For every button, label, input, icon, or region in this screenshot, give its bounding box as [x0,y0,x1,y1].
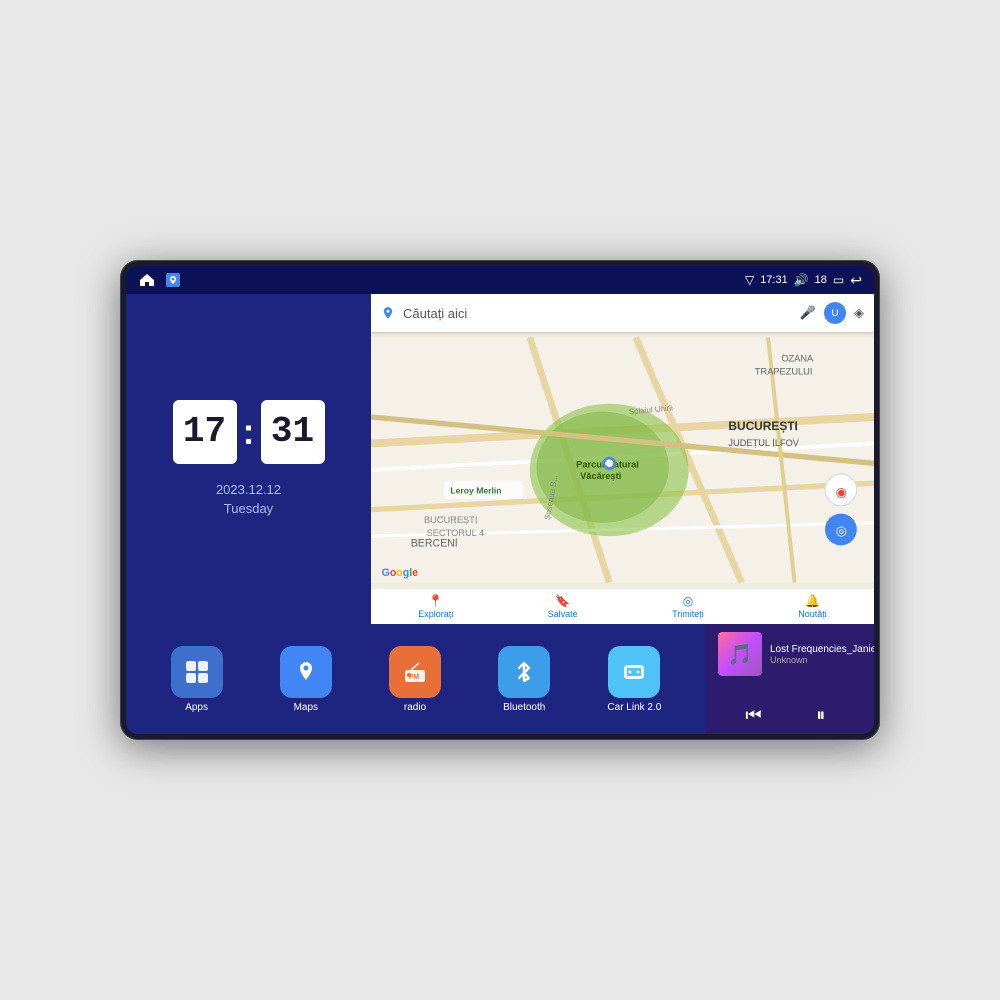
app-item-carlink[interactable]: Car Link 2.0 [607,646,661,713]
svg-text:BERCENI: BERCENI [411,538,458,550]
map-saved-btn[interactable]: 🔖 Salvate [548,594,578,619]
map-bottom-bar: 📍 Explorați 🔖 Salvate ◎ Trimiteți 🔔 Nout… [371,588,874,624]
music-artist: Unknown [770,655,874,665]
music-play-pause-button[interactable]: ⏸ [808,705,833,726]
bluetooth-icon [498,646,550,698]
music-info-row: 🎵 Lost Frequencies_Janieck Devy-... Unkn… [718,632,874,676]
date-display: 2023.12.12 Tuesday [216,480,281,519]
maps-label: Maps [294,702,318,713]
music-prev-button[interactable]: ⏮ [737,705,769,726]
status-right: ▽ 17:31 🔊 18 ▭ ↩ [745,272,862,289]
main-content: 17 : 31 2023.12.12 Tuesday Căutați aici … [126,294,874,624]
svg-text:OZANA: OZANA [781,353,814,363]
music-controls: ⏮ ⏸ ⏭ [718,705,874,726]
clock-panel: 17 : 31 2023.12.12 Tuesday [126,294,371,624]
music-thumb-icon: 🎵 [728,642,753,667]
user-avatar[interactable]: U [824,302,846,324]
music-info: Lost Frequencies_Janieck Devy-... Unknow… [770,644,874,665]
music-next-button[interactable]: ⏭ [872,705,874,726]
app-item-apps[interactable]: Apps [171,646,223,713]
svg-text:◎: ◎ [836,523,848,538]
voice-search-icon[interactable]: 🎤 [800,305,816,321]
news-label: Noutăți [798,609,827,619]
home-icon[interactable] [138,271,156,289]
app-item-radio[interactable]: FM radio [389,646,441,713]
map-search-bar: Căutați aici 🎤 U ◈ [371,294,874,332]
date-text: 2023.12.12 [216,480,281,500]
svg-text:◉: ◉ [836,484,848,499]
svg-text:Leroy Merlin: Leroy Merlin [450,486,501,496]
music-title: Lost Frequencies_Janieck Devy-... [770,644,874,655]
status-bar: ▽ 17:31 🔊 18 ▭ ↩ [126,266,874,294]
signal-icon: ▽ [745,273,754,287]
device-screen: ▽ 17:31 🔊 18 ▭ ↩ 17 : 31 2023.12.12 Tues… [126,266,874,734]
svg-text:TRAPEZULUI: TRAPEZULUI [755,367,813,377]
svg-text:BUCUREȘTI: BUCUREȘTI [424,515,477,525]
battery-icon: ▭ [833,273,844,287]
battery-level: 18 [815,274,827,286]
carlink-icon [608,646,660,698]
svg-text:Văcărești: Văcărești [580,471,621,481]
status-left [138,271,182,289]
car-display-device: ▽ 17:31 🔊 18 ▭ ↩ 17 : 31 2023.12.12 Tues… [120,260,880,740]
maps-icon [280,646,332,698]
bottom-row: Apps Maps FM [126,624,874,734]
map-layers-icon[interactable]: ◈ [854,305,864,321]
clock-hour: 17 [173,400,237,464]
explore-icon: 📍 [428,594,443,608]
clock-sep: : [243,411,255,453]
bluetooth-label: Bluetooth [503,702,545,713]
maps-nav-icon[interactable] [164,271,182,289]
svg-text:SECTORUL 4: SECTORUL 4 [427,528,485,538]
map-share-btn[interactable]: ◎ Trimiteți [672,594,704,619]
apps-icon [171,646,223,698]
news-icon: 🔔 [805,594,820,608]
radio-label: radio [404,702,426,713]
map-search-text[interactable]: Căutați aici [403,306,792,321]
map-news-btn[interactable]: 🔔 Noutăți [798,594,827,619]
svg-text:Google: Google [382,567,419,579]
share-icon: ◎ [683,594,693,608]
clock-display: 17 : 31 [173,400,325,464]
saved-label: Salvate [548,609,578,619]
status-time: 17:31 [760,274,788,286]
music-panel: 🎵 Lost Frequencies_Janieck Devy-... Unkn… [706,624,874,734]
back-icon[interactable]: ↩ [850,272,862,289]
radio-icon: FM [389,646,441,698]
share-label: Trimiteți [672,609,704,619]
app-item-bluetooth[interactable]: Bluetooth [498,646,550,713]
music-thumbnail: 🎵 [718,632,762,676]
map-explore-btn[interactable]: 📍 Explorați [418,594,453,619]
apps-label: Apps [185,702,208,713]
map-panel: Căutați aici 🎤 U ◈ [371,294,874,624]
apps-panel: Apps Maps FM [126,624,706,734]
maps-pin-icon [381,306,395,320]
svg-text:JUDEȚUL ILFOV: JUDEȚUL ILFOV [728,438,799,448]
saved-icon: 🔖 [555,594,570,608]
explore-label: Explorați [418,609,453,619]
map-area[interactable]: Parcul Natural Văcărești Leroy Merlin BE… [371,332,874,588]
carlink-label: Car Link 2.0 [607,702,661,713]
day-text: Tuesday [216,499,281,519]
app-item-maps[interactable]: Maps [280,646,332,713]
svg-text:BUCUREȘTI: BUCUREȘTI [728,419,797,433]
clock-minute: 31 [261,400,325,464]
volume-icon: 🔊 [794,273,809,287]
